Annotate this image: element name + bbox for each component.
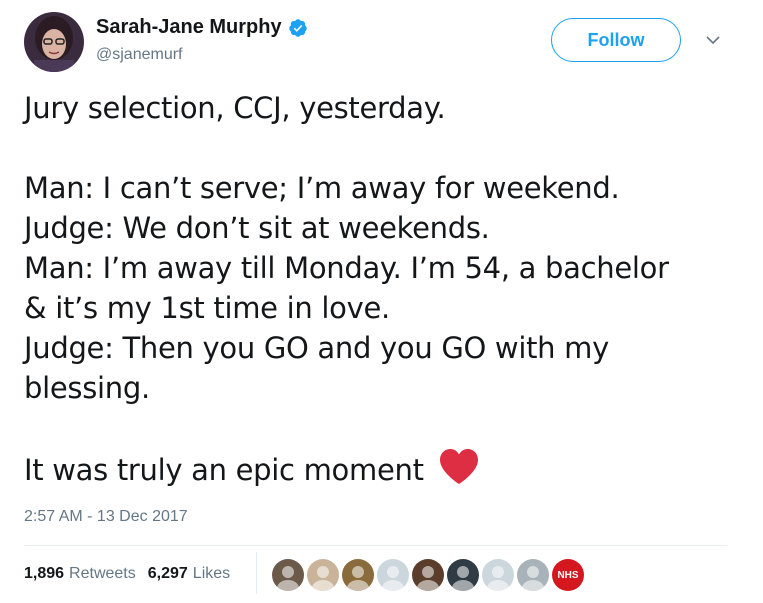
tweet-line: Judge: We don’t sit at weekends. bbox=[24, 211, 490, 245]
red-heart-icon bbox=[439, 449, 478, 484]
liker-avatar-4[interactable] bbox=[377, 559, 409, 591]
avatar-icon bbox=[447, 559, 479, 591]
display-name[interactable]: Sarah-Jane Murphy bbox=[96, 16, 282, 39]
tweet-line: Judge: Then you GO and you GO with my bbox=[24, 331, 609, 365]
stats-divider bbox=[256, 552, 257, 594]
tweet-line: Jury selection, CCJ, yesterday. bbox=[24, 91, 446, 125]
likes-label: Likes bbox=[192, 565, 231, 582]
avatar-icon bbox=[272, 559, 304, 591]
retweets-stat[interactable]: 1,896 Retweets bbox=[24, 565, 136, 583]
avatar-icon: NHS bbox=[552, 559, 584, 591]
liker-avatar-7[interactable] bbox=[482, 559, 514, 591]
tweet-last-line: It was truly an epic moment bbox=[24, 448, 739, 488]
likes-stat[interactable]: 6,297 Likes bbox=[148, 565, 230, 583]
verified-badge-icon bbox=[288, 18, 307, 37]
avatar-icon bbox=[412, 559, 444, 591]
chevron-down-icon[interactable] bbox=[705, 34, 721, 46]
user-avatar[interactable] bbox=[24, 12, 84, 72]
tweet-text: Jury selection, CCJ, yesterday. Man: I c… bbox=[24, 88, 739, 488]
tweet-line: It was truly an epic moment bbox=[24, 453, 424, 487]
liker-avatar-5[interactable] bbox=[412, 559, 444, 591]
avatar-icon bbox=[482, 559, 514, 591]
tweet-line: Man: I can’t serve; I’m away for weekend… bbox=[24, 171, 620, 205]
liker-avatar-8[interactable] bbox=[517, 559, 549, 591]
liker-avatar-nhs[interactable]: NHS bbox=[552, 559, 584, 591]
tweet-line: blessing. bbox=[24, 371, 150, 405]
liker-avatars: NHS bbox=[272, 559, 587, 591]
avatar-icon bbox=[517, 559, 549, 591]
liker-avatar-3[interactable] bbox=[342, 559, 374, 591]
avatar-icon bbox=[377, 559, 409, 591]
nhs-logo-text: NHS bbox=[557, 570, 578, 581]
tweet-line: & it’s my 1st time in love. bbox=[24, 291, 390, 325]
avatar-icon bbox=[342, 559, 374, 591]
profile-photo-icon bbox=[24, 12, 84, 72]
user-handle[interactable]: @sjanemurf bbox=[96, 46, 183, 64]
tweet-stats: 1,896 Retweets 6,297 Likes bbox=[24, 565, 242, 583]
likes-count: 6,297 bbox=[147, 565, 188, 582]
liker-avatar-2[interactable] bbox=[307, 559, 339, 591]
divider bbox=[24, 545, 727, 546]
follow-button[interactable]: Follow bbox=[551, 18, 681, 62]
liker-avatar-6[interactable] bbox=[447, 559, 479, 591]
tweet-line: Man: I’m away till Monday. I’m 54, a bac… bbox=[24, 251, 669, 285]
liker-avatar-1[interactable] bbox=[272, 559, 304, 591]
avatar-icon bbox=[307, 559, 339, 591]
retweets-count: 1,896 bbox=[24, 565, 65, 582]
tweet-timestamp[interactable]: 2:57 AM - 13 Dec 2017 bbox=[24, 508, 188, 526]
retweets-label: Retweets bbox=[69, 565, 136, 582]
